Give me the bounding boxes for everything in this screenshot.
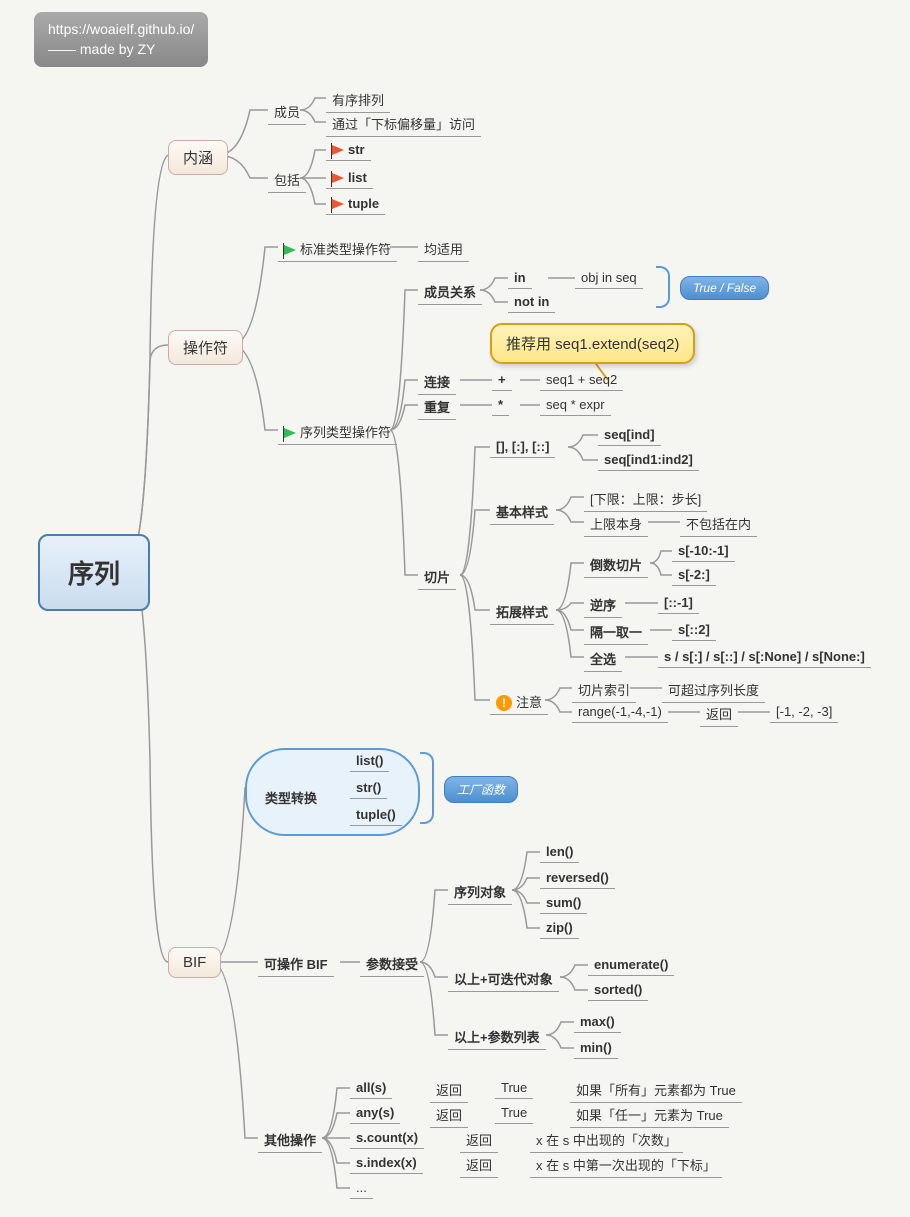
leaf: s[::2] xyxy=(672,620,716,641)
leaf: seq[ind] xyxy=(598,425,661,446)
bracket-icon xyxy=(420,752,434,824)
seq-ops[interactable]: 序列类型操作符 xyxy=(278,420,397,445)
leaf: 返回 xyxy=(430,1078,468,1103)
fn-all: all(s) xyxy=(350,1078,392,1099)
leaf: seq[ind1:ind2] xyxy=(598,450,699,471)
leaf: 上限本身 xyxy=(584,512,648,537)
repeat[interactable]: 重复 xyxy=(418,395,456,420)
leaf: obj in seq xyxy=(575,268,643,289)
leaf: 返回 xyxy=(700,702,738,727)
leaf: sum() xyxy=(540,893,587,914)
basic-style[interactable]: 基本样式 xyxy=(490,500,554,525)
root-node[interactable]: 序列 xyxy=(38,534,150,611)
bracket-icon xyxy=(656,266,670,308)
branch-connotation[interactable]: 内涵 xyxy=(168,140,228,175)
leaf: 返回 xyxy=(430,1103,468,1128)
leaf: str() xyxy=(350,778,387,799)
membership[interactable]: 成员关系 xyxy=(418,280,482,305)
leaf: s[-2:] xyxy=(672,565,716,586)
leaf: max() xyxy=(574,1012,621,1033)
every-other[interactable]: 隔一取一 xyxy=(584,620,648,645)
sub-members[interactable]: 成员 xyxy=(268,100,306,125)
leaf: 可超过序列长度 xyxy=(662,678,765,703)
leaf: 如果「任一」元素为 True xyxy=(570,1103,729,1128)
fn-count: s.count(x) xyxy=(350,1128,424,1149)
leaf: seq * expr xyxy=(540,395,611,416)
seq-obj[interactable]: 序列对象 xyxy=(448,880,512,905)
leaf: list() xyxy=(350,751,389,772)
leaf: s / s[:] / s[::] / s[:None] / s[None:] xyxy=(658,647,871,668)
leaf: 有序排列 xyxy=(326,88,390,113)
leaf: reversed() xyxy=(540,868,615,889)
leaf: sorted() xyxy=(588,980,648,1001)
rev-slice[interactable]: 倒数切片 xyxy=(584,553,648,578)
branch-bif[interactable]: BIF xyxy=(168,947,221,978)
header-credit: —— made by ZY xyxy=(48,40,194,60)
select-all[interactable]: 全选 xyxy=(584,647,622,672)
sub-includes[interactable]: 包括 xyxy=(268,168,306,193)
leaf: min() xyxy=(574,1038,618,1059)
leaf: 通过「下标偏移量」访问 xyxy=(326,112,481,137)
leaf: zip() xyxy=(540,918,579,939)
leaf: [-1, -2, -3] xyxy=(770,702,838,723)
leaf: len() xyxy=(540,842,579,863)
true-false-badge: True / False xyxy=(680,276,769,300)
leaf-str: str xyxy=(326,140,371,161)
leaf: range(-1,-4,-1) xyxy=(572,702,668,723)
watermark-header: https://woaielf.github.io/ —— made by ZY xyxy=(34,12,208,67)
leaf: True xyxy=(495,1078,533,1099)
leaf: s[-10:-1] xyxy=(672,541,735,562)
param-accept[interactable]: 参数接受 xyxy=(360,952,424,977)
leaf-more: ... xyxy=(350,1178,373,1199)
fn-any: any(s) xyxy=(350,1103,400,1124)
flag-icon xyxy=(332,173,344,183)
leaf: 返回 xyxy=(460,1153,498,1178)
branch-operators[interactable]: 操作符 xyxy=(168,330,243,365)
warning-icon: ! xyxy=(496,695,512,711)
leaf: 如果「所有」元素都为 True xyxy=(570,1078,742,1103)
slice-note[interactable]: !注意 xyxy=(490,690,548,715)
leaf: x 在 s 中第一次出现的「下标」 xyxy=(530,1153,722,1178)
ext-style[interactable]: 拓展样式 xyxy=(490,600,554,625)
bracket-forms[interactable]: [], [:], [::] xyxy=(490,437,555,458)
leaf: * xyxy=(492,395,509,416)
concat[interactable]: 连接 xyxy=(418,370,456,395)
factory-fn-badge: 工厂函数 xyxy=(444,776,518,803)
flag-icon xyxy=(332,199,344,209)
operable-bif[interactable]: 可操作 BIF xyxy=(258,952,334,977)
leaf: 均适用 xyxy=(418,237,469,262)
notin-op: not in xyxy=(508,292,555,313)
arg-list[interactable]: 以上+参数列表 xyxy=(448,1025,546,1050)
leaf: [下限：上限：步长] xyxy=(584,487,707,512)
std-ops[interactable]: 标准类型操作符 xyxy=(278,237,397,262)
callout-extend: 推荐用 seq1.extend(seq2) xyxy=(490,323,695,364)
leaf: tuple() xyxy=(350,805,402,826)
leaf: seq1 + seq2 xyxy=(540,370,623,391)
fn-index: s.index(x) xyxy=(350,1153,423,1174)
leaf-list: list xyxy=(326,168,373,189)
leaf-tuple: tuple xyxy=(326,194,385,215)
type-convert-label: 类型转换 xyxy=(265,788,317,807)
leaf: + xyxy=(492,370,512,391)
leaf: x 在 s 中出现的「次数」 xyxy=(530,1128,683,1153)
reverse[interactable]: 逆序 xyxy=(584,593,622,618)
leaf: enumerate() xyxy=(588,955,674,976)
slice[interactable]: 切片 xyxy=(418,565,456,590)
flag-icon xyxy=(284,245,296,255)
iter-obj[interactable]: 以上+可迭代对象 xyxy=(448,967,559,992)
header-url: https://woaielf.github.io/ xyxy=(48,20,194,40)
leaf: 不包括在内 xyxy=(680,512,757,537)
leaf: True xyxy=(495,1103,533,1124)
in-op: in xyxy=(508,268,532,289)
flag-icon xyxy=(332,145,344,155)
flag-icon xyxy=(284,428,296,438)
other-ops[interactable]: 其他操作 xyxy=(258,1128,322,1153)
leaf: [::-1] xyxy=(658,593,699,614)
leaf: 返回 xyxy=(460,1128,498,1153)
leaf: 切片索引 xyxy=(572,678,636,703)
